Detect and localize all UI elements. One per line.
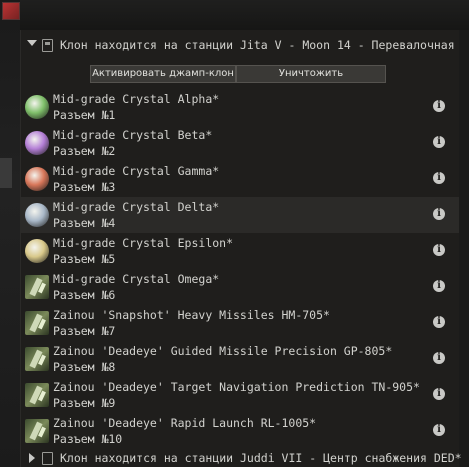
implant-name: Zainou 'Deadeye' Rapid Launch RL-1005* bbox=[53, 416, 317, 430]
station-icon bbox=[42, 39, 53, 52]
implant-row[interactable]: Mid-grade Crystal Gamma* Разъем №3 i bbox=[21, 161, 459, 197]
implant-icon bbox=[25, 275, 49, 299]
implant-name: Mid-grade Crystal Delta* bbox=[53, 200, 220, 214]
crystal-beta-icon bbox=[25, 131, 49, 155]
implant-icon bbox=[25, 419, 49, 443]
app-icon bbox=[2, 2, 20, 20]
implant-slot: Разъем №10 bbox=[53, 432, 123, 446]
info-icon[interactable]: i bbox=[433, 424, 445, 436]
implant-name: Zainou 'Deadeye' Guided Missile Precisio… bbox=[53, 344, 393, 358]
implant-row[interactable]: Zainou 'Deadeye' Guided Missile Precisio… bbox=[21, 341, 459, 377]
implant-icon bbox=[25, 347, 49, 371]
implant-slot: Разъем №2 bbox=[53, 144, 116, 158]
clone-location-text: Клон находится на станции Jita V - Moon … bbox=[60, 38, 456, 52]
crystal-delta-icon bbox=[25, 203, 49, 227]
activate-jump-clone-button[interactable]: Активировать джамп-клон bbox=[90, 65, 236, 83]
implant-name: Zainou 'Deadeye' Target Navigation Predi… bbox=[53, 380, 420, 394]
implant-name: Mid-grade Crystal Gamma* bbox=[53, 164, 220, 178]
info-icon[interactable]: i bbox=[433, 100, 445, 112]
implant-slot: Разъем №3 bbox=[53, 180, 116, 194]
clone-location-text: Клон находится на станции Juddi VII - Це… bbox=[60, 451, 462, 465]
crystal-gamma-icon bbox=[25, 167, 49, 191]
implant-name: Mid-grade Crystal Omega* bbox=[53, 272, 220, 286]
implant-row[interactable]: Mid-grade Crystal Beta* Разъем №2 i bbox=[21, 125, 459, 161]
implant-icon bbox=[25, 383, 49, 407]
info-icon[interactable]: i bbox=[433, 280, 445, 292]
info-icon[interactable]: i bbox=[433, 244, 445, 256]
implant-slot: Разъем №6 bbox=[53, 288, 116, 302]
implant-icon bbox=[25, 311, 49, 335]
implant-row[interactable]: Mid-grade Crystal Alpha* Разъем №1 i bbox=[21, 89, 459, 125]
jump-clone-panel: Клон находится на станции Jita V - Moon … bbox=[20, 30, 462, 467]
implant-slot: Разъем №9 bbox=[53, 396, 116, 410]
implant-slot: Разъем №8 bbox=[53, 360, 116, 374]
implant-row[interactable]: Mid-grade Crystal Omega* Разъем №6 i bbox=[21, 269, 459, 305]
crystal-epsilon-icon bbox=[25, 239, 49, 263]
implant-slot: Разъем №5 bbox=[53, 252, 116, 266]
background-scroll-thumb bbox=[0, 158, 12, 188]
implant-slot: Разъем №1 bbox=[53, 108, 116, 122]
implant-slot: Разъем №7 bbox=[53, 324, 116, 338]
clone-footer[interactable]: Клон находится на станции Juddi VII - Це… bbox=[21, 449, 462, 467]
info-icon[interactable]: i bbox=[433, 172, 445, 184]
implant-row[interactable]: Zainou 'Deadeye' Target Navigation Predi… bbox=[21, 377, 459, 413]
info-icon[interactable]: i bbox=[433, 352, 445, 364]
implant-name: Mid-grade Crystal Alpha* bbox=[53, 92, 220, 106]
background-top-strip bbox=[20, 0, 469, 30]
implant-row[interactable]: Zainou 'Deadeye' Rapid Launch RL-1005* Ра… bbox=[21, 413, 459, 449]
background-left-strip bbox=[0, 0, 20, 467]
destroy-clone-button[interactable]: Уничтожить bbox=[236, 65, 386, 83]
implant-name: Mid-grade Crystal Epsilon* bbox=[53, 236, 234, 250]
expand-arrow-icon[interactable] bbox=[29, 453, 35, 463]
implant-row[interactable]: Mid-grade Crystal Delta* Разъем №4 i bbox=[21, 197, 459, 233]
collapse-arrow-icon[interactable] bbox=[27, 40, 37, 46]
implant-row[interactable]: Zainou 'Snapshot' Heavy Missiles HM-705*… bbox=[21, 305, 459, 341]
info-icon[interactable]: i bbox=[433, 316, 445, 328]
info-icon[interactable]: i bbox=[433, 388, 445, 400]
info-icon[interactable]: i bbox=[433, 136, 445, 148]
background-right-strip bbox=[458, 30, 469, 467]
implant-name: Zainou 'Snapshot' Heavy Missiles HM-705* bbox=[53, 308, 330, 322]
station-icon bbox=[42, 452, 53, 465]
implant-row[interactable]: Mid-grade Crystal Epsilon* Разъем №5 i bbox=[21, 233, 459, 269]
implant-name: Mid-grade Crystal Beta* bbox=[53, 128, 213, 142]
implant-list: Mid-grade Crystal Alpha* Разъем №1 i Mid-gr… bbox=[21, 89, 459, 449]
info-icon[interactable]: i bbox=[433, 208, 445, 220]
crystal-alpha-icon bbox=[25, 95, 49, 119]
clone-header[interactable]: Клон находится на станции Jita V - Moon … bbox=[21, 36, 459, 56]
implant-slot: Разъем №4 bbox=[53, 216, 116, 230]
